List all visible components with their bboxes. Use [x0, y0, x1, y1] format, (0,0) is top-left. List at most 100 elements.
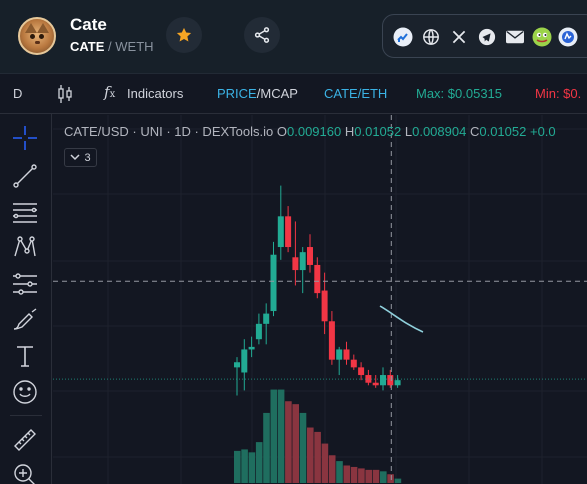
- ruler-icon: [14, 429, 36, 451]
- volume-bar: [358, 468, 365, 483]
- volume-bar: [307, 427, 314, 483]
- forecast-tool[interactable]: [11, 270, 39, 298]
- star-icon: [176, 27, 192, 42]
- interval-selector[interactable]: D: [13, 86, 22, 101]
- candle-body: [350, 359, 357, 368]
- candle-body: [241, 349, 248, 373]
- zoom-tool[interactable]: [11, 461, 39, 484]
- chart-canvas[interactable]: [53, 115, 587, 484]
- pattern-tool[interactable]: [11, 233, 39, 261]
- email-icon[interactable]: [505, 27, 525, 47]
- brush-icon: [13, 308, 37, 330]
- indicators-collapse-button[interactable]: 3: [64, 148, 97, 167]
- pepe-icon[interactable]: [532, 27, 552, 47]
- candle-body: [277, 216, 284, 248]
- pair-label[interactable]: CATE / WETH: [70, 39, 154, 54]
- price-chart[interactable]: CATE/USD · UNI · 1D · DEXTools.io O0.009…: [53, 115, 587, 484]
- candle-body: [299, 252, 306, 271]
- volume-bar: [292, 404, 299, 483]
- symbol-label: CATE/USD · UNI · 1D · DEXTools.io: [64, 124, 274, 139]
- favorite-button[interactable]: [166, 17, 202, 53]
- app-window: Cate CATE / WETH D fx Indicators PRICE/M…: [0, 0, 587, 484]
- chart-legend: CATE/USD · UNI · 1D · DEXTools.io O0.009…: [64, 124, 556, 139]
- brush-tool[interactable]: [11, 306, 39, 334]
- candle-body: [255, 323, 262, 340]
- ohlc-low: 0.008904: [412, 124, 467, 139]
- pair-base: CATE: [70, 39, 105, 54]
- volume-bar: [234, 450, 241, 483]
- candle-body: [234, 362, 240, 368]
- candle-body: [328, 321, 335, 360]
- candle-body: [387, 375, 394, 386]
- pattern-icon: [14, 236, 36, 257]
- pair-quote: WETH: [115, 39, 154, 54]
- telegram-icon[interactable]: [477, 27, 497, 47]
- min-price-label: Min: $0.: [535, 86, 582, 101]
- candle-body: [292, 257, 299, 271]
- sliders-icon: [13, 273, 37, 295]
- volume-bar: [270, 389, 278, 483]
- social-links-bar: [382, 14, 587, 58]
- horizontal-lines-icon: [13, 203, 37, 223]
- crosshair-icon: [13, 126, 37, 150]
- candle-body: [248, 346, 255, 350]
- crosshair-tool[interactable]: [11, 124, 39, 152]
- candle-body: [336, 349, 343, 360]
- candle-body: [285, 216, 292, 248]
- zoom-in-icon: [14, 464, 35, 484]
- indicators-button[interactable]: Indicators: [127, 86, 183, 101]
- drawn-curve: [379, 305, 424, 333]
- text-icon: [17, 346, 33, 367]
- volume-bar: [277, 389, 285, 483]
- candle-body: [380, 375, 386, 386]
- x-icon[interactable]: [449, 27, 469, 47]
- candle-body: [372, 382, 379, 386]
- analytics-icon[interactable]: [393, 27, 413, 47]
- token-header: Cate CATE / WETH: [0, 0, 587, 74]
- volume-bar: [299, 412, 307, 483]
- candle-body: [394, 380, 401, 386]
- emoji-tool[interactable]: [11, 378, 39, 406]
- globe-icon[interactable]: [421, 27, 441, 47]
- share-icon: [254, 27, 270, 43]
- volume-bar: [380, 471, 387, 483]
- fib-tool[interactable]: [11, 198, 39, 226]
- volume-bar: [387, 474, 394, 483]
- volume-bar: [255, 442, 263, 483]
- candle-body: [321, 290, 328, 322]
- measure-tool[interactable]: [11, 426, 39, 454]
- max-price-label: Max: $0.05315: [416, 86, 503, 101]
- token-avatar: [18, 17, 56, 55]
- chevron-down-icon: [70, 154, 80, 161]
- token-name: Cate: [70, 15, 107, 34]
- share-button[interactable]: [244, 17, 280, 53]
- indicators-count: 3: [84, 151, 91, 164]
- candle-body: [358, 367, 365, 376]
- fx-icon[interactable]: fx: [104, 83, 115, 101]
- volume-bar: [248, 452, 256, 483]
- chart-type-button[interactable]: [57, 84, 73, 107]
- candle-body: [307, 247, 313, 265]
- volume-bar: [394, 478, 402, 483]
- volume-bar: [372, 469, 380, 483]
- trendline-icon: [13, 164, 37, 188]
- volume-bar: [343, 465, 351, 483]
- candle-body: [263, 313, 270, 324]
- ohlc-change: +0.0: [529, 124, 556, 139]
- price-mcap-toggle[interactable]: PRICE/MCAP: [217, 86, 298, 101]
- volume-bar: [365, 469, 372, 483]
- volume-bar: [314, 431, 321, 483]
- tools-divider: [10, 415, 42, 416]
- ohlc-open: 0.009160: [287, 124, 342, 139]
- volume-bar: [328, 455, 336, 483]
- ohlc-high: 0.01052: [354, 124, 402, 139]
- trendline-tool[interactable]: [11, 162, 39, 190]
- token-icon[interactable]: [558, 27, 578, 47]
- text-tool[interactable]: [11, 342, 39, 370]
- volume-bar: [350, 466, 358, 483]
- candles-icon: [58, 85, 72, 103]
- candle-body: [314, 264, 321, 294]
- pair-quote-toggle[interactable]: CATE/ETH: [324, 86, 387, 101]
- chart-toolbar: D fx Indicators PRICE/MCAP CATE/ETH Max:…: [0, 74, 587, 114]
- drawing-toolbar: [0, 114, 52, 484]
